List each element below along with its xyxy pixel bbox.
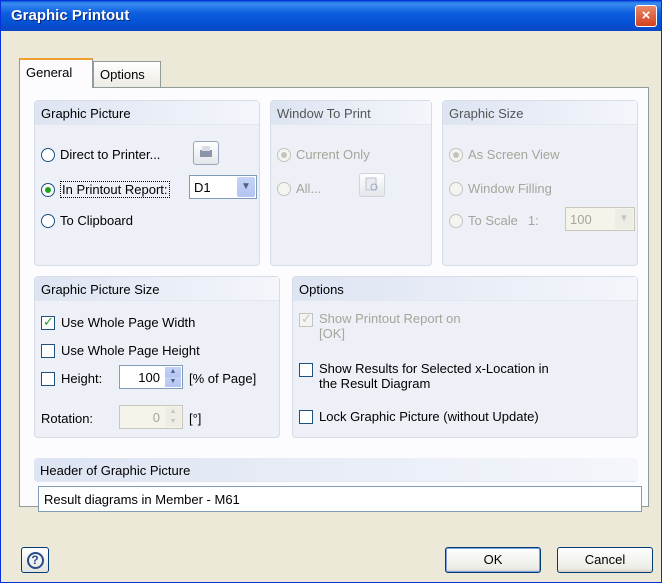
height-value: 100 — [138, 370, 160, 385]
printout-report-select[interactable]: D1 ▼ — [189, 175, 257, 199]
spin-up-icon[interactable]: ▲ — [165, 367, 181, 377]
page-height-label: Use Whole Page Height — [61, 343, 200, 358]
height-checkbox[interactable] — [41, 371, 55, 386]
page-width-checkbox[interactable] — [41, 314, 55, 330]
direct-to-printer-option[interactable]: Direct to Printer... — [41, 147, 160, 162]
header-title: Header of Graphic Picture — [34, 458, 638, 482]
height-label: Height: — [61, 371, 103, 386]
title-bar[interactable]: Graphic Printout × — [1, 1, 661, 31]
rotation-label: Rotation: — [41, 411, 94, 426]
current-only-label: Current Only — [296, 147, 370, 162]
window-to-print-group: Window To Print Current Only All... — [270, 100, 432, 266]
graphic-picture-group: Graphic Picture Direct to Printer... In … — [34, 100, 260, 266]
window-filling-radio[interactable] — [449, 181, 463, 196]
show-printout-label: Show Printout Report on [OK] — [319, 311, 461, 341]
lock-picture-checkbox[interactable] — [299, 409, 313, 424]
window-filling-label: Window Filling — [468, 181, 552, 196]
all-option[interactable]: All... — [277, 181, 321, 196]
picture-size-title: Graphic Picture Size — [35, 277, 279, 301]
magnifier-icon — [365, 177, 378, 191]
tab-general[interactable]: General — [19, 58, 93, 88]
to-scale-label: To Scale — [468, 213, 518, 228]
help-icon: ? — [26, 552, 44, 569]
general-tab-panel: Graphic Picture Direct to Printer... In … — [19, 87, 649, 512]
show-results-option[interactable]: Show Results for Selected x-Location in … — [299, 361, 549, 391]
close-button[interactable]: × — [635, 5, 657, 27]
ok-button[interactable]: OK — [445, 547, 541, 573]
height-option[interactable]: Height: — [41, 371, 102, 386]
page-height-checkbox[interactable] — [41, 343, 55, 358]
rotation-stepper[interactable]: 0 ▲ ▼ — [119, 405, 183, 429]
show-results-label: Show Results for Selected x-Location in … — [319, 361, 549, 391]
window-to-print-title: Window To Print — [271, 101, 431, 125]
cancel-button[interactable]: Cancel — [557, 547, 653, 573]
graphic-picture-title: Graphic Picture — [35, 101, 259, 125]
scale-select[interactable]: 100 ▼ — [565, 207, 635, 231]
height-unit: [% of Page] — [189, 371, 257, 386]
printer-setup-button[interactable] — [193, 141, 219, 165]
tab-general-label: General — [26, 65, 73, 80]
show-printout-line2: [OK] — [319, 326, 346, 341]
lock-picture-option[interactable]: Lock Graphic Picture (without Update) — [299, 409, 539, 424]
page-width-label: Use Whole Page Width — [61, 315, 196, 330]
spin-up-icon[interactable]: ▲ — [165, 407, 181, 417]
graphic-size-group: Graphic Size As Screen View Window Filli… — [442, 100, 638, 266]
select-windows-button[interactable] — [359, 173, 385, 197]
dialog-window: Graphic Printout × General Options Graph… — [0, 0, 662, 583]
window-title: Graphic Printout — [11, 7, 130, 24]
clipboard-option[interactable]: To Clipboard — [41, 213, 133, 228]
as-screen-view-option[interactable]: As Screen View — [449, 147, 560, 162]
height-stepper[interactable]: 100 ▲ ▼ — [119, 365, 183, 389]
rotation-unit: [°] — [189, 411, 202, 426]
direct-to-printer-label: Direct to Printer... — [60, 147, 161, 162]
as-screen-view-radio[interactable] — [449, 147, 463, 162]
close-icon: × — [641, 7, 651, 24]
to-scale-radio[interactable] — [449, 213, 463, 228]
show-results-line1: Show Results for Selected x-Location in — [319, 361, 549, 376]
show-printout-line1: Show Printout Report on — [319, 311, 461, 326]
options-title: Options — [293, 277, 637, 301]
to-scale-option[interactable]: To Scale 1: — [449, 213, 539, 228]
printout-report-label: In Printout Report: — [60, 181, 170, 198]
spin-down-icon[interactable]: ▼ — [165, 377, 181, 387]
scale-value: 100 — [570, 212, 592, 227]
show-printout-checkbox[interactable] — [299, 311, 313, 327]
graphic-size-title: Graphic Size — [443, 101, 637, 125]
page-width-option[interactable]: Use Whole Page Width — [41, 314, 196, 330]
current-only-radio[interactable] — [277, 147, 291, 162]
all-label: All... — [296, 181, 322, 196]
header-text-input[interactable]: Result diagrams in Member - M61 — [38, 486, 642, 512]
as-screen-view-label: As Screen View — [468, 147, 560, 162]
clipboard-radio[interactable] — [41, 213, 55, 228]
options-group: Options Show Printout Report on [OK] Sho… — [292, 276, 638, 438]
rotation-value: 0 — [152, 410, 160, 425]
printout-report-value: D1 — [194, 180, 211, 195]
lock-picture-label: Lock Graphic Picture (without Update) — [319, 409, 539, 424]
current-only-option[interactable]: Current Only — [277, 147, 370, 162]
clipboard-label: To Clipboard — [60, 213, 133, 228]
show-printout-option[interactable]: Show Printout Report on [OK] — [299, 311, 461, 341]
tab-options-label: Options — [100, 67, 145, 82]
chevron-down-icon[interactable]: ▼ — [237, 177, 255, 197]
chevron-down-icon[interactable]: ▼ — [615, 209, 633, 229]
tab-options[interactable]: Options — [93, 61, 161, 87]
all-radio[interactable] — [277, 181, 291, 196]
help-button[interactable]: ? — [21, 547, 49, 573]
picture-size-group: Graphic Picture Size Use Whole Page Widt… — [34, 276, 280, 438]
printout-report-option[interactable]: In Printout Report: — [41, 181, 170, 198]
spin-down-icon[interactable]: ▼ — [165, 417, 181, 427]
scale-prefix: 1: — [527, 213, 539, 228]
show-results-line2: the Result Diagram — [319, 376, 431, 391]
direct-to-printer-radio[interactable] — [41, 147, 55, 162]
page-height-option[interactable]: Use Whole Page Height — [41, 343, 200, 358]
window-filling-option[interactable]: Window Filling — [449, 181, 552, 196]
printout-report-radio[interactable] — [41, 182, 55, 197]
show-results-checkbox[interactable] — [299, 363, 313, 377]
printer-icon — [200, 146, 212, 157]
